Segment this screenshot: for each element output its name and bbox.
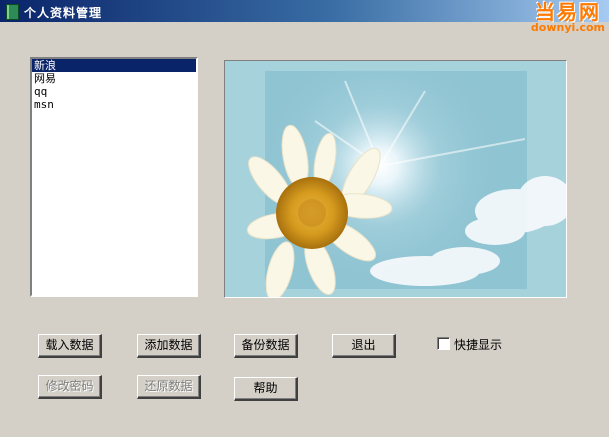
list-item[interactable]: 网易 <box>32 72 196 85</box>
account-listbox[interactable]: 新浪 网易 qq msn <box>30 57 198 297</box>
load-data-button[interactable]: 载入数据 <box>38 334 102 358</box>
daisy-sky-photo <box>225 61 566 297</box>
watermark-logo: 当易网 downyi.com <box>531 2 605 33</box>
backup-data-button[interactable]: 备份数据 <box>234 334 298 358</box>
title-bar: 个人资料管理 <box>0 0 609 22</box>
list-item[interactable]: qq <box>32 85 196 98</box>
quick-show-checkbox[interactable] <box>437 337 450 350</box>
book-icon <box>6 4 19 20</box>
list-item[interactable]: 新浪 <box>32 59 196 72</box>
quick-show-label: 快捷显示 <box>454 338 503 352</box>
exit-button[interactable]: 退出 <box>332 334 396 358</box>
change-password-button: 修改密码 <box>38 375 102 399</box>
watermark-cn: 当易网 <box>534 0 601 24</box>
list-item[interactable]: msn <box>32 98 196 111</box>
restore-data-button: 还原数据 <box>137 375 201 399</box>
watermark-en: downyi.com <box>530 21 605 34</box>
picture-box <box>224 60 567 298</box>
help-button[interactable]: 帮助 <box>234 377 298 401</box>
window-title: 个人资料管理 <box>24 6 103 20</box>
add-data-button[interactable]: 添加数据 <box>137 334 201 358</box>
